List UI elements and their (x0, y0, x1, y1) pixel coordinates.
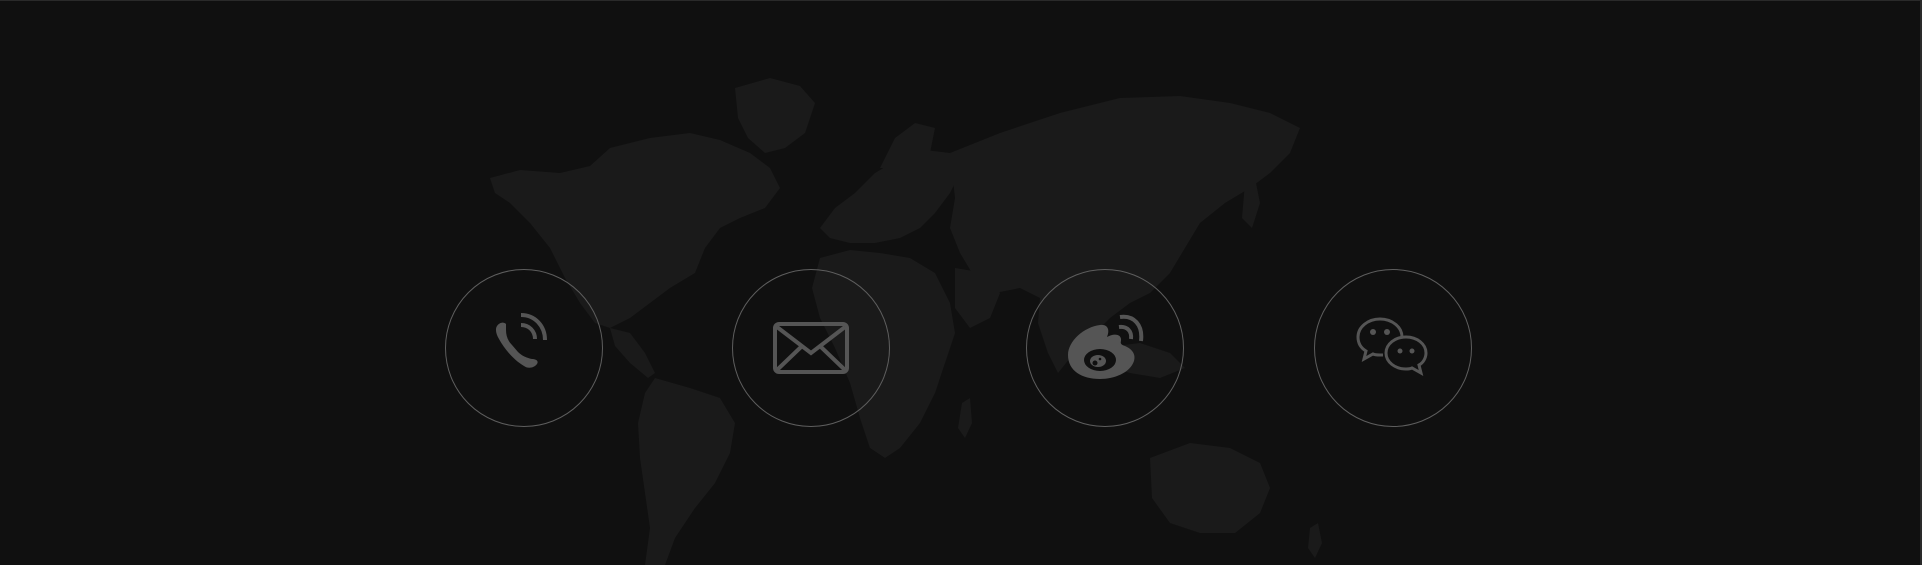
contact-icons-row (0, 0, 1922, 565)
mail-button[interactable] (732, 269, 890, 427)
mail-icon (773, 322, 849, 374)
phone-icon (495, 313, 547, 368)
phone-button[interactable] (445, 269, 603, 427)
wechat-button[interactable] (1314, 269, 1472, 427)
weibo-button[interactable] (1026, 269, 1184, 427)
wechat-icon (1356, 317, 1428, 376)
weibo-icon (1068, 314, 1144, 379)
contact-footer (0, 0, 1922, 565)
